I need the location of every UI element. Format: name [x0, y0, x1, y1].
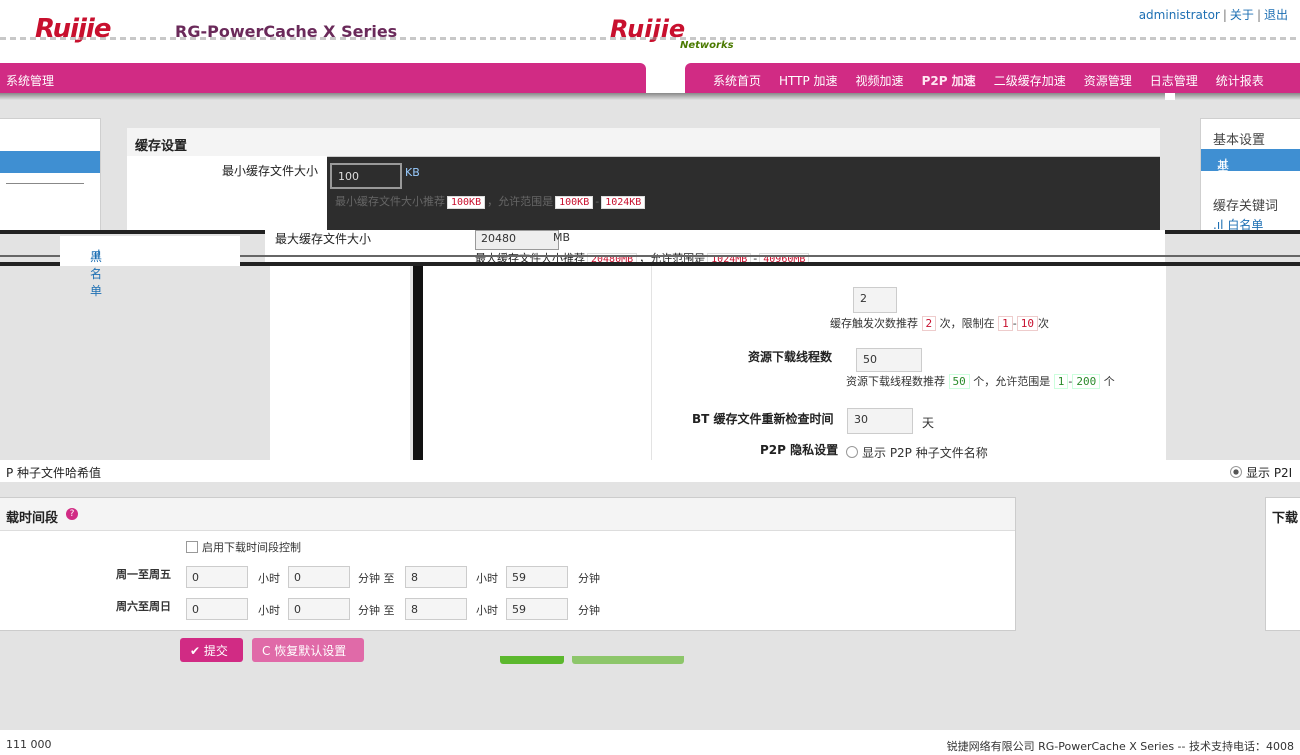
logout-link[interactable]: 退出: [1264, 8, 1288, 22]
render-glitch-bar: [572, 656, 684, 664]
max-size-unit: MB: [553, 231, 571, 244]
render-glitch-bar: [500, 656, 564, 664]
bt-recheck-label: BT 缓存文件重新检查时间: [692, 412, 834, 426]
nav-left-title: 系统管理: [6, 74, 55, 88]
header-divider: [0, 37, 1300, 40]
basic-settings-item[interactable]: .ıl 基本设置: [1201, 149, 1300, 224]
cache-settings-title: 缓存设置: [135, 139, 188, 154]
main-nav: 系统首页 HTTP 加速 视频加速 P2P 加速 二级缓存加速 资源管理 日志管…: [685, 63, 1300, 93]
restore-defaults-button[interactable]: C 恢复默认设置: [252, 638, 364, 662]
mid-label-column: [270, 266, 410, 460]
download-time-panel: 载时间段 ? 启用下载时间段控制 周一至周五 0 小时 0 分钟 至 8 小时 …: [0, 497, 1016, 631]
enable-download-time-checkbox[interactable]: [186, 541, 198, 553]
weekday-label: 周一至周五: [116, 568, 171, 581]
min-range-hi-tag: 1024KB: [601, 196, 646, 209]
min-size-input[interactable]: 100: [330, 163, 402, 189]
weekend-end-hour[interactable]: 8: [405, 598, 467, 620]
weekend-end-minute[interactable]: 59: [506, 598, 568, 620]
weekday-end-minute[interactable]: 59: [506, 566, 568, 588]
bt-recheck-unit: 天: [922, 416, 935, 430]
max-size-label: 最大缓存文件大小: [275, 232, 372, 246]
trigger-count-hint: 缓存触发次数推荐 2 次，限制在 1-10 次: [830, 316, 1049, 331]
weekday-start-hour[interactable]: 0: [186, 566, 248, 588]
min-size-label: 最小缓存文件大小: [222, 164, 319, 178]
radio-selected-icon[interactable]: [1230, 466, 1242, 478]
threads-input[interactable]: 50: [856, 348, 922, 372]
submit-button[interactable]: ✔ 提交: [180, 638, 243, 662]
weekend-label: 周六至周日: [116, 600, 171, 613]
right-sidebar: 基本设置 .ıl 基本设置 缓存关键词 .ıl 白名单: [1200, 118, 1300, 232]
threads-label: 资源下载线程数: [748, 350, 833, 364]
threads-hint: 资源下载线程数推荐 50 个，允许范围是 1-200 个: [846, 374, 1115, 389]
user-links: administrator | 关于 | 退出: [1138, 8, 1288, 22]
nav-reports[interactable]: 统计报表: [1216, 72, 1264, 89]
download-time-header: 载时间段 ?: [0, 498, 1015, 531]
download-right-panel: 下载: [1265, 497, 1300, 631]
cache-form: 2 缓存触发次数推荐 2 次，限制在 1-10 次 资源下载线程数 50 资源下载…: [652, 266, 1166, 460]
footer-left: 111 000: [6, 738, 52, 751]
about-link[interactable]: 关于: [1230, 8, 1254, 22]
footer: 111 000 锐捷网络有限公司 RG-PowerCache X Series …: [0, 730, 1300, 755]
top-header: Ruijie RG-PowerCache X Series Ruijie Net…: [0, 0, 1300, 55]
help-icon[interactable]: ?: [66, 508, 78, 520]
basic-settings-heading: 基本设置: [1213, 133, 1266, 148]
privacy-option-hash[interactable]: P 种子文件哈希值: [6, 464, 101, 481]
enable-download-time-label: 启用下载时间段控制: [202, 541, 301, 554]
min-size-hint: 最小缓存文件大小推荐 100KB ，允许范围是 100KB -1024KB: [335, 193, 647, 209]
privacy-label: P2P 隐私设置: [760, 443, 839, 457]
radio-icon[interactable]: [846, 446, 858, 458]
download-time-title: 载时间段: [6, 511, 59, 526]
left-sidebar-selected[interactable]: [0, 151, 100, 173]
weekday-end-hour[interactable]: 8: [405, 566, 467, 588]
weekend-start-minute[interactable]: 0: [288, 598, 350, 620]
min-range-lo-tag: 100KB: [555, 196, 594, 209]
weekend-start-hour[interactable]: 0: [186, 598, 248, 620]
cache-settings-panel: 缓存设置: [127, 128, 1160, 230]
nav-p2p[interactable]: P2P 加速: [922, 72, 976, 89]
nav-logs[interactable]: 日志管理: [1150, 72, 1198, 89]
min-recommend-tag: 100KB: [447, 196, 486, 209]
footer-copyright: 锐捷网络有限公司 RG-PowerCache X Series -- 技术支持电…: [946, 740, 1294, 753]
sidebar-item-blacklist[interactable]: .ıl 黑名单: [60, 236, 240, 298]
user-link[interactable]: administrator: [1139, 8, 1220, 22]
privacy-hash-row: P 种子文件哈希值 显示 P2I: [0, 460, 1300, 482]
left-sidebar-divider: [6, 183, 84, 184]
nav-home[interactable]: 系统首页: [713, 72, 761, 89]
nav-resources[interactable]: 资源管理: [1084, 72, 1132, 89]
privacy-option-name[interactable]: 显示 P2P 种子文件名称: [846, 444, 988, 461]
left-sidebar: [0, 118, 101, 232]
cache-settings-header: 缓存设置: [127, 128, 1160, 157]
cache-keyword-heading: 缓存关键词: [1213, 199, 1279, 214]
nav-l2cache[interactable]: 二级缓存加速: [994, 72, 1066, 89]
trigger-count-input[interactable]: 2: [853, 287, 897, 313]
weekday-start-minute[interactable]: 0: [288, 566, 350, 588]
render-glitch-column: [413, 266, 651, 460]
networks-label: Networks: [680, 40, 734, 51]
nav-left-band: 系统管理: [0, 63, 646, 93]
min-size-unit: KB: [405, 166, 420, 179]
nav-http[interactable]: HTTP 加速: [779, 72, 838, 89]
nav-video[interactable]: 视频加速: [856, 72, 904, 89]
max-size-input[interactable]: 20480: [475, 230, 559, 250]
privacy-option-show[interactable]: 显示 P2I: [1230, 464, 1292, 481]
bt-recheck-input[interactable]: 30: [847, 408, 913, 434]
